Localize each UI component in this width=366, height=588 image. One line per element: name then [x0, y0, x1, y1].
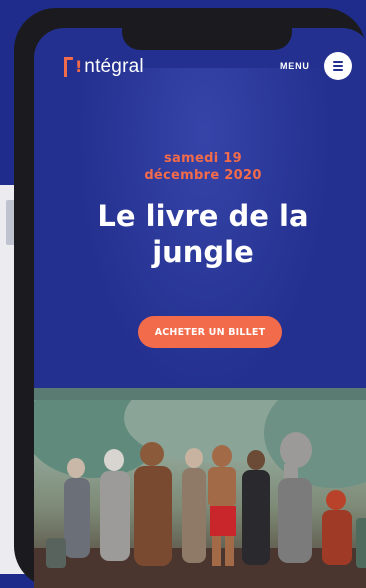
buy-ticket-button[interactable]: ACHETER UN BILLET [138, 316, 282, 348]
logo-text: ntégral [84, 56, 144, 77]
hamburger-icon-line [333, 69, 343, 71]
show-photo [34, 388, 366, 588]
event-date-day: samedi 19 [164, 151, 242, 166]
hamburger-menu-button[interactable] [324, 52, 352, 80]
hamburger-icon-line [333, 65, 343, 67]
phone-frame: ! ntégral MENU samedi 19 décembre 2020 L… [14, 8, 366, 588]
event-title-line1: Le livre de la [97, 199, 309, 233]
event-date-month-year: décembre 2020 [144, 168, 262, 183]
logo-mark: ! [75, 57, 83, 76]
event-title: Le livre de la jungle [34, 198, 366, 270]
event-date: samedi 19 décembre 2020 [34, 150, 366, 184]
site-logo[interactable]: ! ntégral [64, 54, 144, 80]
logo-bracket-icon [64, 57, 73, 77]
phone-screen: ! ntégral MENU samedi 19 décembre 2020 L… [34, 28, 366, 588]
menu-label[interactable]: MENU [280, 61, 310, 71]
phone-notch [122, 28, 292, 50]
show-photo-illustration [34, 388, 366, 588]
hamburger-icon-line [333, 61, 343, 63]
event-title-line2: jungle [152, 235, 254, 269]
